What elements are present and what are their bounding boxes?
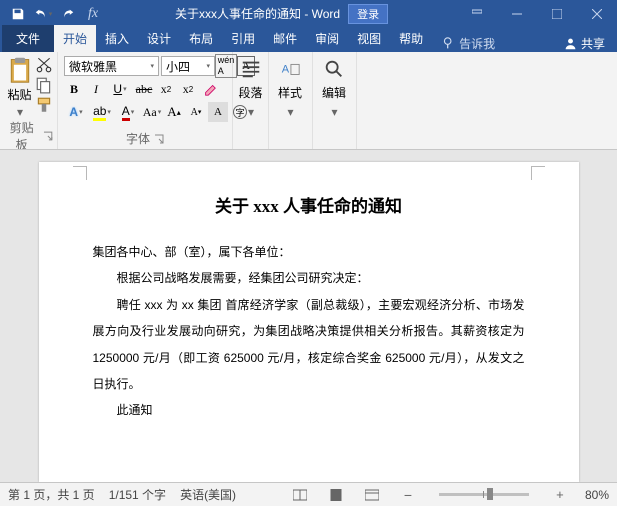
tab-insert[interactable]: 插入 — [96, 25, 138, 52]
dialog-launcher-icon[interactable] — [154, 134, 164, 144]
title-bar: ▾ fx 关于xxx人事任命的通知 - Word 登录 — [0, 0, 617, 27]
styles-button[interactable]: A 样式▾ — [273, 54, 307, 122]
highlight-color-icon[interactable]: ab▾ — [90, 102, 114, 122]
tab-file[interactable]: 文件 — [2, 25, 54, 52]
group-label-font: 字体 — [126, 130, 150, 147]
status-language[interactable]: 英语(美国) — [180, 486, 236, 503]
tab-layout[interactable]: 布局 — [180, 25, 222, 52]
doc-para[interactable]: 根据公司战略发展需要，经集团公司研究决定： — [93, 265, 525, 291]
cut-icon[interactable] — [35, 56, 53, 74]
quick-access-toolbar: ▾ — [0, 3, 80, 25]
document-area[interactable]: 关于 xxx 人事任命的通知 集团各中心、部（室），属下各单位： 根据公司战略发… — [0, 150, 617, 482]
group-editing: 编辑▾ — [313, 52, 357, 149]
status-bar: 第 1 页，共 1 页 1/151 个字 英语(美国) − + 80% — [0, 482, 617, 506]
text-effects-icon[interactable]: A▾ — [64, 102, 88, 122]
group-clipboard: 粘贴 ▾ 剪贴板 — [0, 52, 58, 149]
print-layout-icon[interactable] — [325, 486, 347, 504]
format-painter-icon[interactable] — [35, 96, 53, 114]
tab-mail[interactable]: 邮件 — [264, 25, 306, 52]
window-controls — [457, 0, 617, 27]
grow-font-icon[interactable]: A▴ — [164, 102, 184, 122]
doc-para[interactable]: 此通知 — [93, 397, 525, 423]
save-icon[interactable] — [6, 3, 30, 25]
group-styles: A 样式▾ — [269, 52, 313, 149]
undo-icon[interactable]: ▾ — [31, 3, 55, 25]
zoom-slider[interactable] — [439, 493, 529, 496]
ribbon-tabs: 文件 开始 插入 设计 布局 引用 邮件 审阅 视图 帮助 告诉我 共享 — [0, 27, 617, 52]
clear-formatting-icon[interactable] — [200, 79, 220, 99]
tab-review[interactable]: 审阅 — [306, 25, 348, 52]
zoom-level[interactable]: 80% — [585, 488, 609, 502]
bold-button[interactable]: B — [64, 79, 84, 99]
group-paragraph: 段落▾ — [233, 52, 269, 149]
font-name-combo[interactable]: 微软雅黑▾ — [64, 56, 159, 76]
window-title: 关于xxx人事任命的通知 - Word 登录 — [106, 4, 457, 24]
editing-button[interactable]: 编辑▾ — [317, 54, 351, 122]
login-button[interactable]: 登录 — [348, 4, 388, 24]
ribbon: 粘贴 ▾ 剪贴板 微软雅黑▾ 小四▾ wénA A B I — [0, 52, 617, 150]
doc-heading[interactable]: 关于 xxx 人事任命的通知 — [93, 192, 525, 217]
dialog-launcher-icon[interactable] — [43, 131, 53, 141]
copy-icon[interactable] — [35, 76, 53, 94]
tell-me-search[interactable]: 告诉我 — [432, 35, 505, 52]
close-icon[interactable] — [577, 0, 617, 27]
paste-button[interactable]: 粘贴 ▾ — [4, 54, 35, 119]
font-color-icon[interactable]: A▾ — [116, 102, 140, 122]
tab-design[interactable]: 设计 — [138, 25, 180, 52]
italic-button[interactable]: I — [86, 79, 106, 99]
subscript-button[interactable]: x2 — [156, 79, 176, 99]
maximize-icon[interactable] — [537, 0, 577, 27]
web-layout-icon[interactable] — [361, 486, 383, 504]
group-label-clipboard: 剪贴板 — [4, 119, 39, 150]
underline-button[interactable]: U▾ — [108, 79, 132, 99]
ribbon-options-icon[interactable] — [457, 0, 497, 27]
font-size-combo[interactable]: 小四▾ — [161, 56, 215, 76]
group-font: 微软雅黑▾ 小四▾ wénA A B I U▾ abc x2 x2 A▾ ab▾ — [58, 52, 233, 149]
zoom-in-icon[interactable]: + — [549, 486, 571, 504]
margin-corner-icon — [73, 166, 87, 180]
shrink-font-icon[interactable]: A▾ — [186, 102, 206, 122]
superscript-button[interactable]: x2 — [178, 79, 198, 99]
doc-para[interactable]: 聘任 xxx 为 xx 集团 首席经济学家（副总裁级），主要宏观经济分析、市场发… — [93, 292, 525, 398]
change-case-icon[interactable]: Aa▾ — [142, 102, 162, 122]
redo-icon[interactable] — [56, 3, 80, 25]
char-shading-icon[interactable]: A — [208, 102, 228, 122]
status-words[interactable]: 1/151 个字 — [109, 486, 166, 503]
tab-view[interactable]: 视图 — [348, 25, 390, 52]
tab-references[interactable]: 引用 — [222, 25, 264, 52]
share-button[interactable]: 共享 — [552, 35, 617, 52]
page[interactable]: 关于 xxx 人事任命的通知 集团各中心、部（室），属下各单位： 根据公司战略发… — [39, 162, 579, 482]
read-mode-icon[interactable] — [289, 486, 311, 504]
doc-body[interactable]: 集团各中心、部（室），属下各单位： 根据公司战略发展需要，经集团公司研究决定： … — [93, 239, 525, 424]
zoom-out-icon[interactable]: − — [397, 486, 419, 504]
formula-icon: fx — [80, 6, 106, 22]
tab-home[interactable]: 开始 — [54, 25, 96, 52]
status-page[interactable]: 第 1 页，共 1 页 — [8, 486, 95, 503]
document-title: 关于xxx人事任命的通知 - Word — [175, 5, 340, 22]
paragraph-button[interactable]: 段落▾ — [237, 54, 264, 122]
strikethrough-button[interactable]: abc — [134, 79, 154, 99]
margin-corner-icon — [531, 166, 545, 180]
tab-help[interactable]: 帮助 — [390, 25, 432, 52]
svg-text:A: A — [282, 63, 290, 75]
minimize-icon[interactable] — [497, 0, 537, 27]
doc-para[interactable]: 集团各中心、部（室），属下各单位： — [93, 239, 525, 265]
